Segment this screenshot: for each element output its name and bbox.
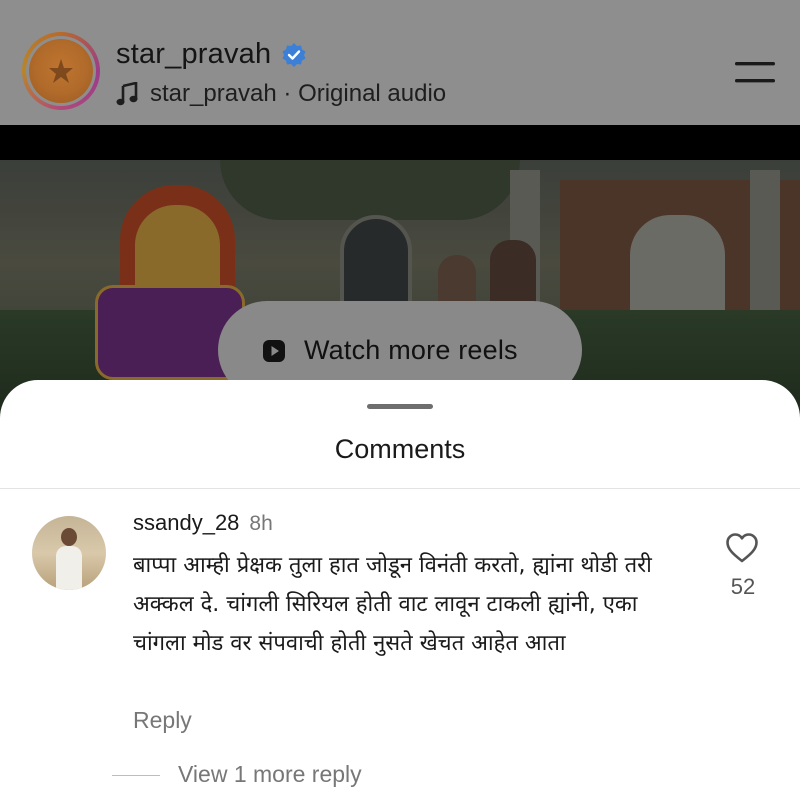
comments-sheet: Comments ssandy_28 8h बाप्पा आम्ही प्रेक… bbox=[0, 380, 800, 802]
verified-badge-icon bbox=[282, 42, 306, 67]
view-more-replies-button[interactable]: View 1 more reply bbox=[178, 761, 362, 788]
like-count: 52 bbox=[730, 574, 756, 599]
commenter-username[interactable]: ssandy_28 bbox=[133, 510, 239, 536]
title-divider bbox=[0, 488, 800, 489]
comment-meta: ssandy_28 8h bbox=[133, 510, 273, 536]
star-pravah-logo bbox=[29, 39, 93, 103]
audio-label: star_pravah · Original audio bbox=[150, 80, 447, 107]
comment-text: बाप्पा आम्ही प्रेक्षक तुला हात जोडून विन… bbox=[133, 553, 652, 656]
account-username[interactable]: star_pravah bbox=[116, 38, 271, 71]
reel-play-icon bbox=[263, 340, 285, 362]
music-note-icon bbox=[116, 82, 138, 106]
star-logo-icon bbox=[49, 59, 73, 83]
hamburger-menu-icon[interactable] bbox=[735, 60, 775, 84]
watch-more-label: Watch more reels bbox=[304, 335, 518, 365]
replies-connector-line bbox=[112, 775, 160, 776]
comments-title: Comments bbox=[334, 434, 466, 464]
profile-avatar[interactable] bbox=[22, 32, 100, 110]
commenter-avatar[interactable] bbox=[32, 516, 106, 590]
like-heart-icon[interactable] bbox=[725, 532, 759, 564]
reply-button[interactable]: Reply bbox=[133, 707, 192, 734]
reel-header: star_pravah star_pravah · Original audio bbox=[0, 0, 800, 125]
video-letterbox bbox=[0, 125, 800, 160]
audio-attribution[interactable]: star_pravah · Original audio bbox=[116, 80, 446, 108]
sheet-drag-handle[interactable] bbox=[367, 404, 433, 409]
comment-timestamp: 8h bbox=[249, 512, 273, 535]
